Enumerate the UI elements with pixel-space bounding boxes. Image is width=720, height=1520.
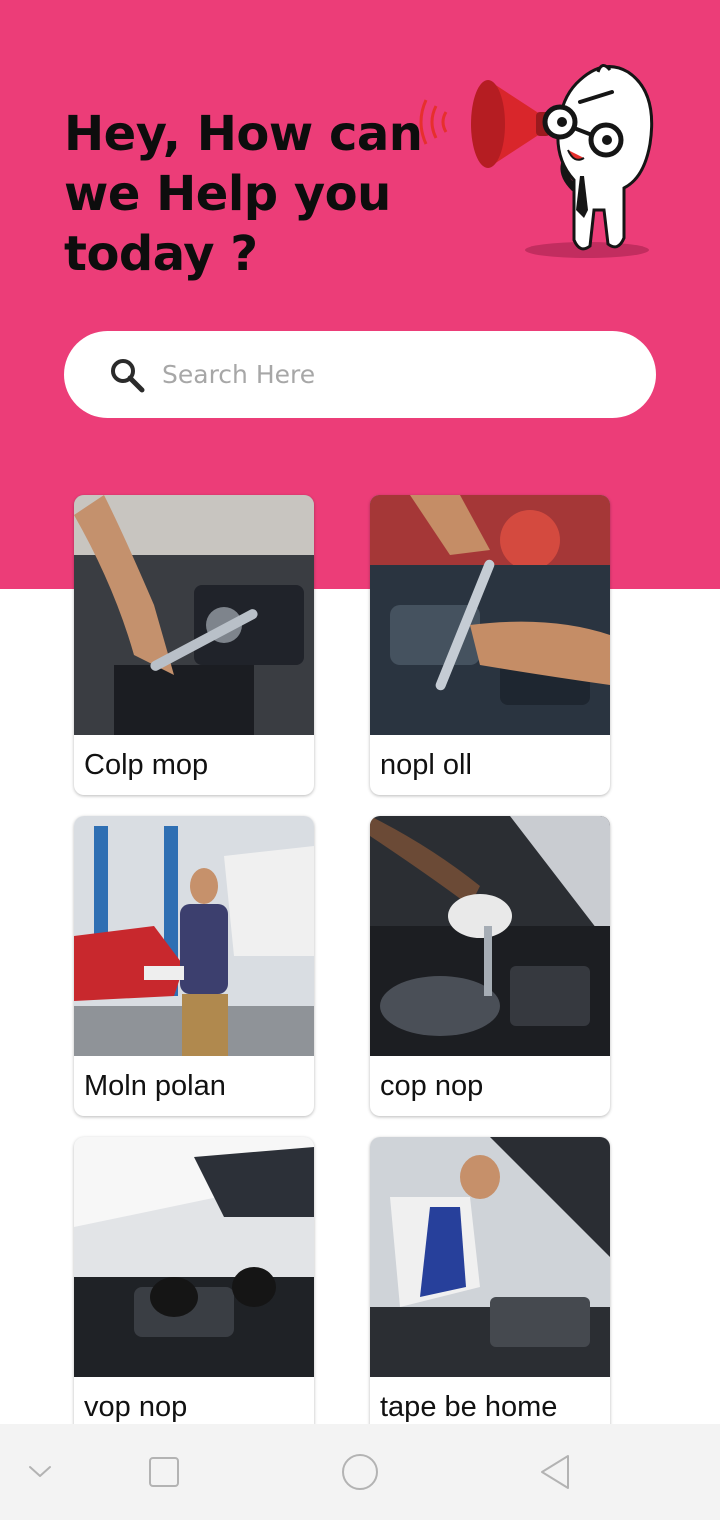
service-card-label: Moln polan (84, 1070, 226, 1102)
mascot-megaphone-illustration (419, 64, 654, 258)
service-card-vop-nop[interactable]: vop nop (74, 1137, 314, 1437)
chevron-down-icon[interactable] (16, 1448, 64, 1496)
home-circle-icon[interactable] (336, 1448, 384, 1496)
socket-wrench-engine-photo (370, 495, 610, 735)
service-card-label: Colp mop (84, 749, 209, 781)
mechanic-under-hood-photo (74, 1137, 314, 1377)
workshop-manager-photo (74, 816, 314, 1056)
greeting-headline: Hey, How can we Help you today ? (64, 104, 424, 284)
back-triangle-icon[interactable] (532, 1448, 580, 1496)
gloved-hands-engine-photo (370, 816, 610, 1056)
service-card-colp-mop[interactable]: Colp mop (74, 495, 314, 795)
service-card-nopl-oll[interactable]: nopl oll (370, 495, 610, 795)
mechanic-wrench-engine-photo (74, 495, 314, 735)
headline-line-2: we Help you (64, 166, 391, 222)
search-input[interactable]: Search Here (162, 357, 315, 393)
search-icon (111, 359, 145, 393)
service-card-label: tape be home (380, 1391, 558, 1423)
service-card-tape-be-home[interactable]: tape be home (370, 1137, 610, 1437)
service-card-moln-polan[interactable]: Moln polan (74, 816, 314, 1116)
search-bar[interactable] (64, 331, 656, 418)
service-card-label: nopl oll (380, 749, 472, 781)
headline-line-1: Hey, How can (64, 106, 423, 162)
recents-square-icon[interactable] (140, 1448, 188, 1496)
service-card-label: vop nop (84, 1391, 188, 1423)
service-card-cop-nop[interactable]: cop nop (370, 816, 610, 1116)
headline-line-3: today ? (64, 226, 258, 282)
system-navigation-bar (0, 1424, 720, 1520)
service-card-label: cop nop (380, 1070, 484, 1102)
mechanic-inspecting-engine-photo (370, 1137, 610, 1377)
